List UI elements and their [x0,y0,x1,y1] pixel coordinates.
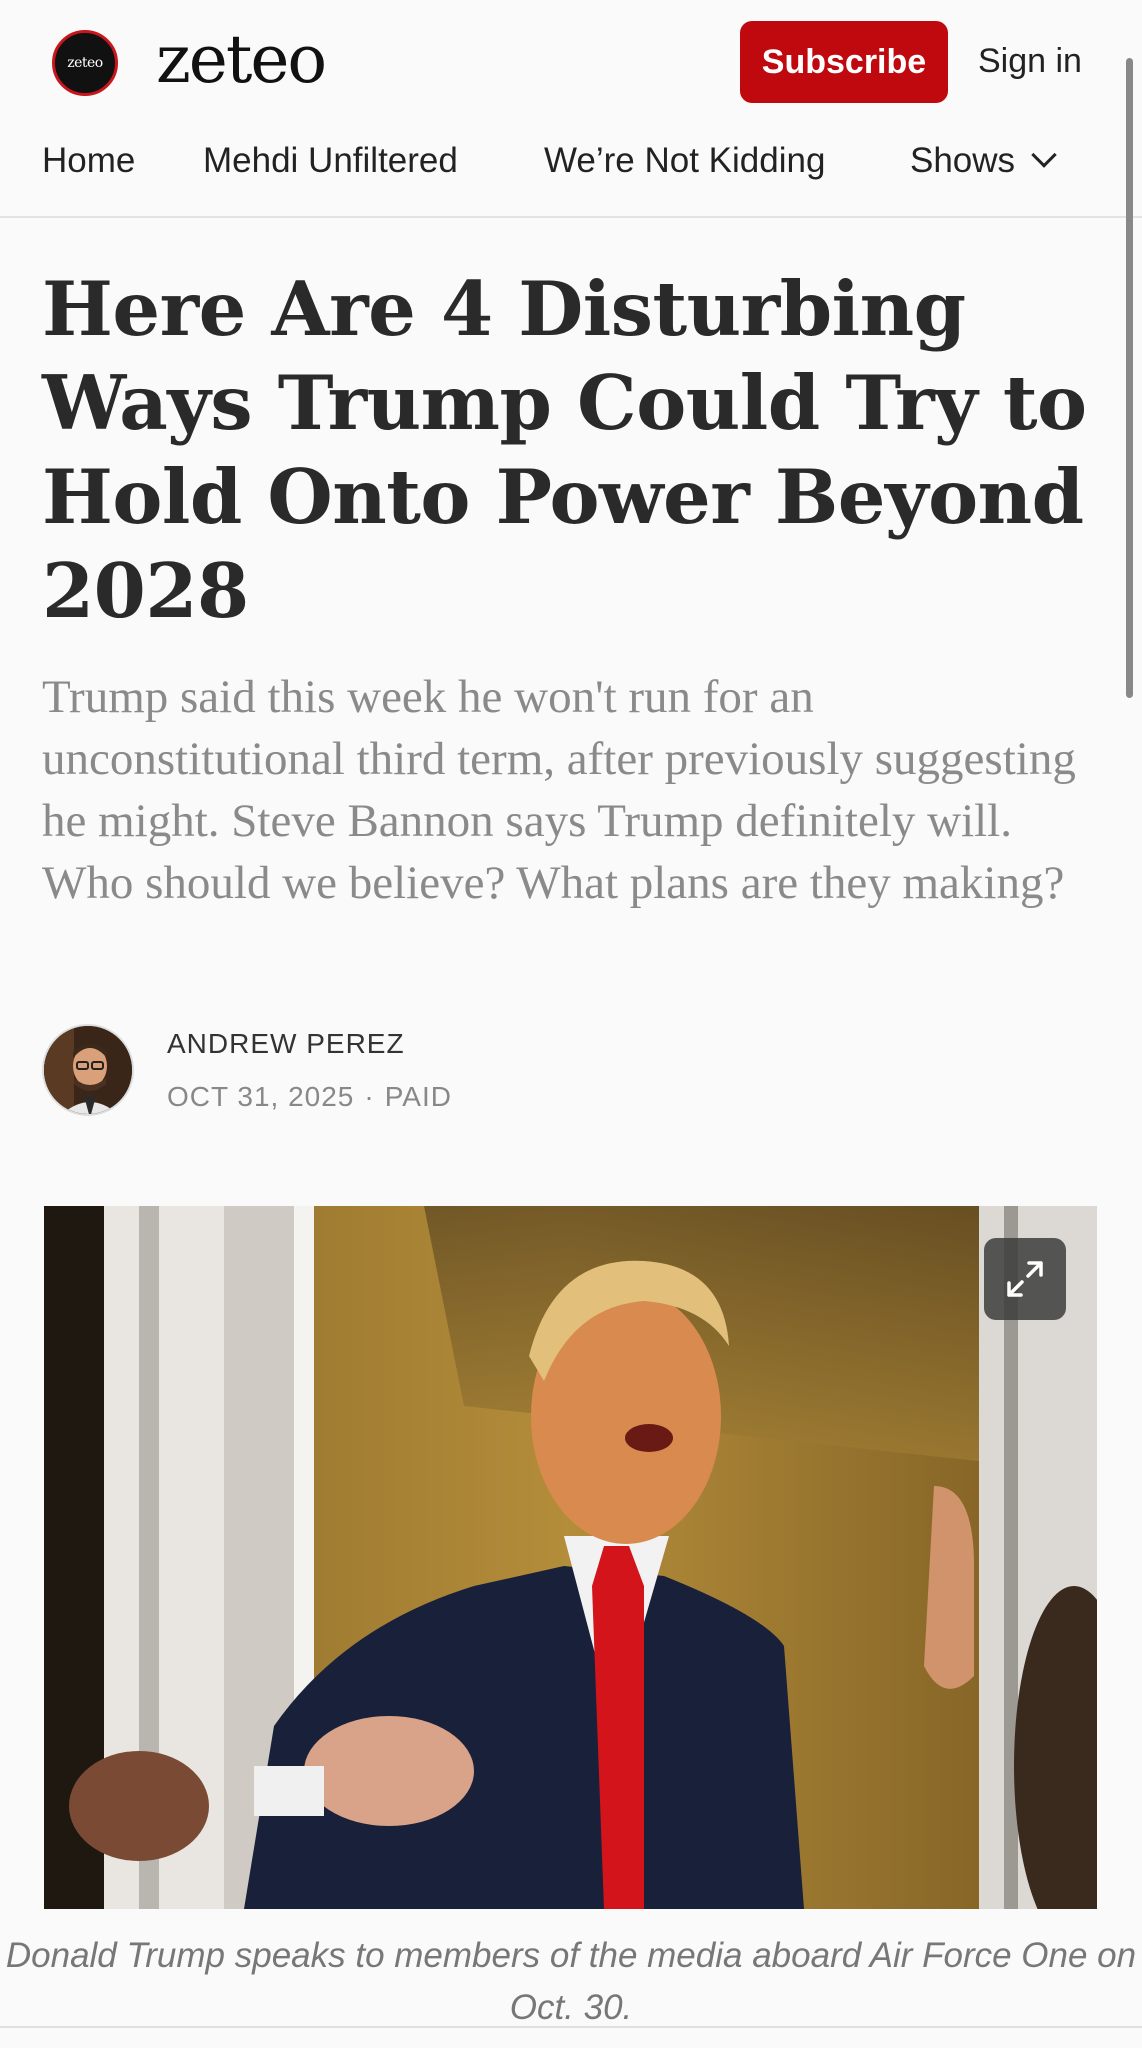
nav-item-shows[interactable]: Shows [910,138,1057,184]
nav-item-label: Shows [910,141,1016,180]
meta-separator: · [364,1081,375,1112]
nav-item-home[interactable]: Home [42,138,135,184]
author-avatar[interactable] [42,1024,134,1116]
divider [0,2026,1142,2028]
image-caption: Donald Trump speaks to members of the me… [5,1936,1137,2027]
nav-item-label: Home [42,141,136,180]
article-meta: OCT 31, 2025 · PAID [167,1080,452,1114]
site-header: zeteo zeteo Subscribe Sign in [0,0,1142,120]
expand-image-button[interactable] [984,1238,1066,1320]
article-title: Here Are 4 Disturbing Ways Trump Could T… [42,265,1087,635]
nav-item-were-not-kidding[interactable]: We’re Not Kidding [544,138,825,184]
nav-item-mehdi-unfiltered[interactable]: Mehdi Unfiltered [203,138,458,184]
nav-item-label: Mehdi Unfiltered [203,141,458,180]
scrollbar[interactable] [1126,58,1133,698]
nav-item-label: We’re Not Kidding [544,141,826,180]
logo-badge[interactable]: zeteo [52,30,118,96]
main-nav: Home Mehdi Unfiltered We’re Not Kidding … [0,130,1142,218]
hero-image[interactable] [44,1206,1097,1909]
expand-icon [1007,1261,1043,1297]
chevron-down-icon [1031,142,1057,168]
site-wordmark[interactable]: zeteo [156,20,327,100]
sign-in-link[interactable]: Sign in [978,38,1082,84]
access-badge: PAID [384,1081,452,1112]
subscribe-button[interactable]: Subscribe [740,21,948,103]
publish-date: OCT 31, 2025 [167,1081,355,1112]
author-name[interactable]: ANDREW PEREZ [167,1027,405,1061]
logo-badge-text: zeteo [67,55,103,71]
article-subtitle: Trump said this week he won't run for an… [42,671,1076,909]
